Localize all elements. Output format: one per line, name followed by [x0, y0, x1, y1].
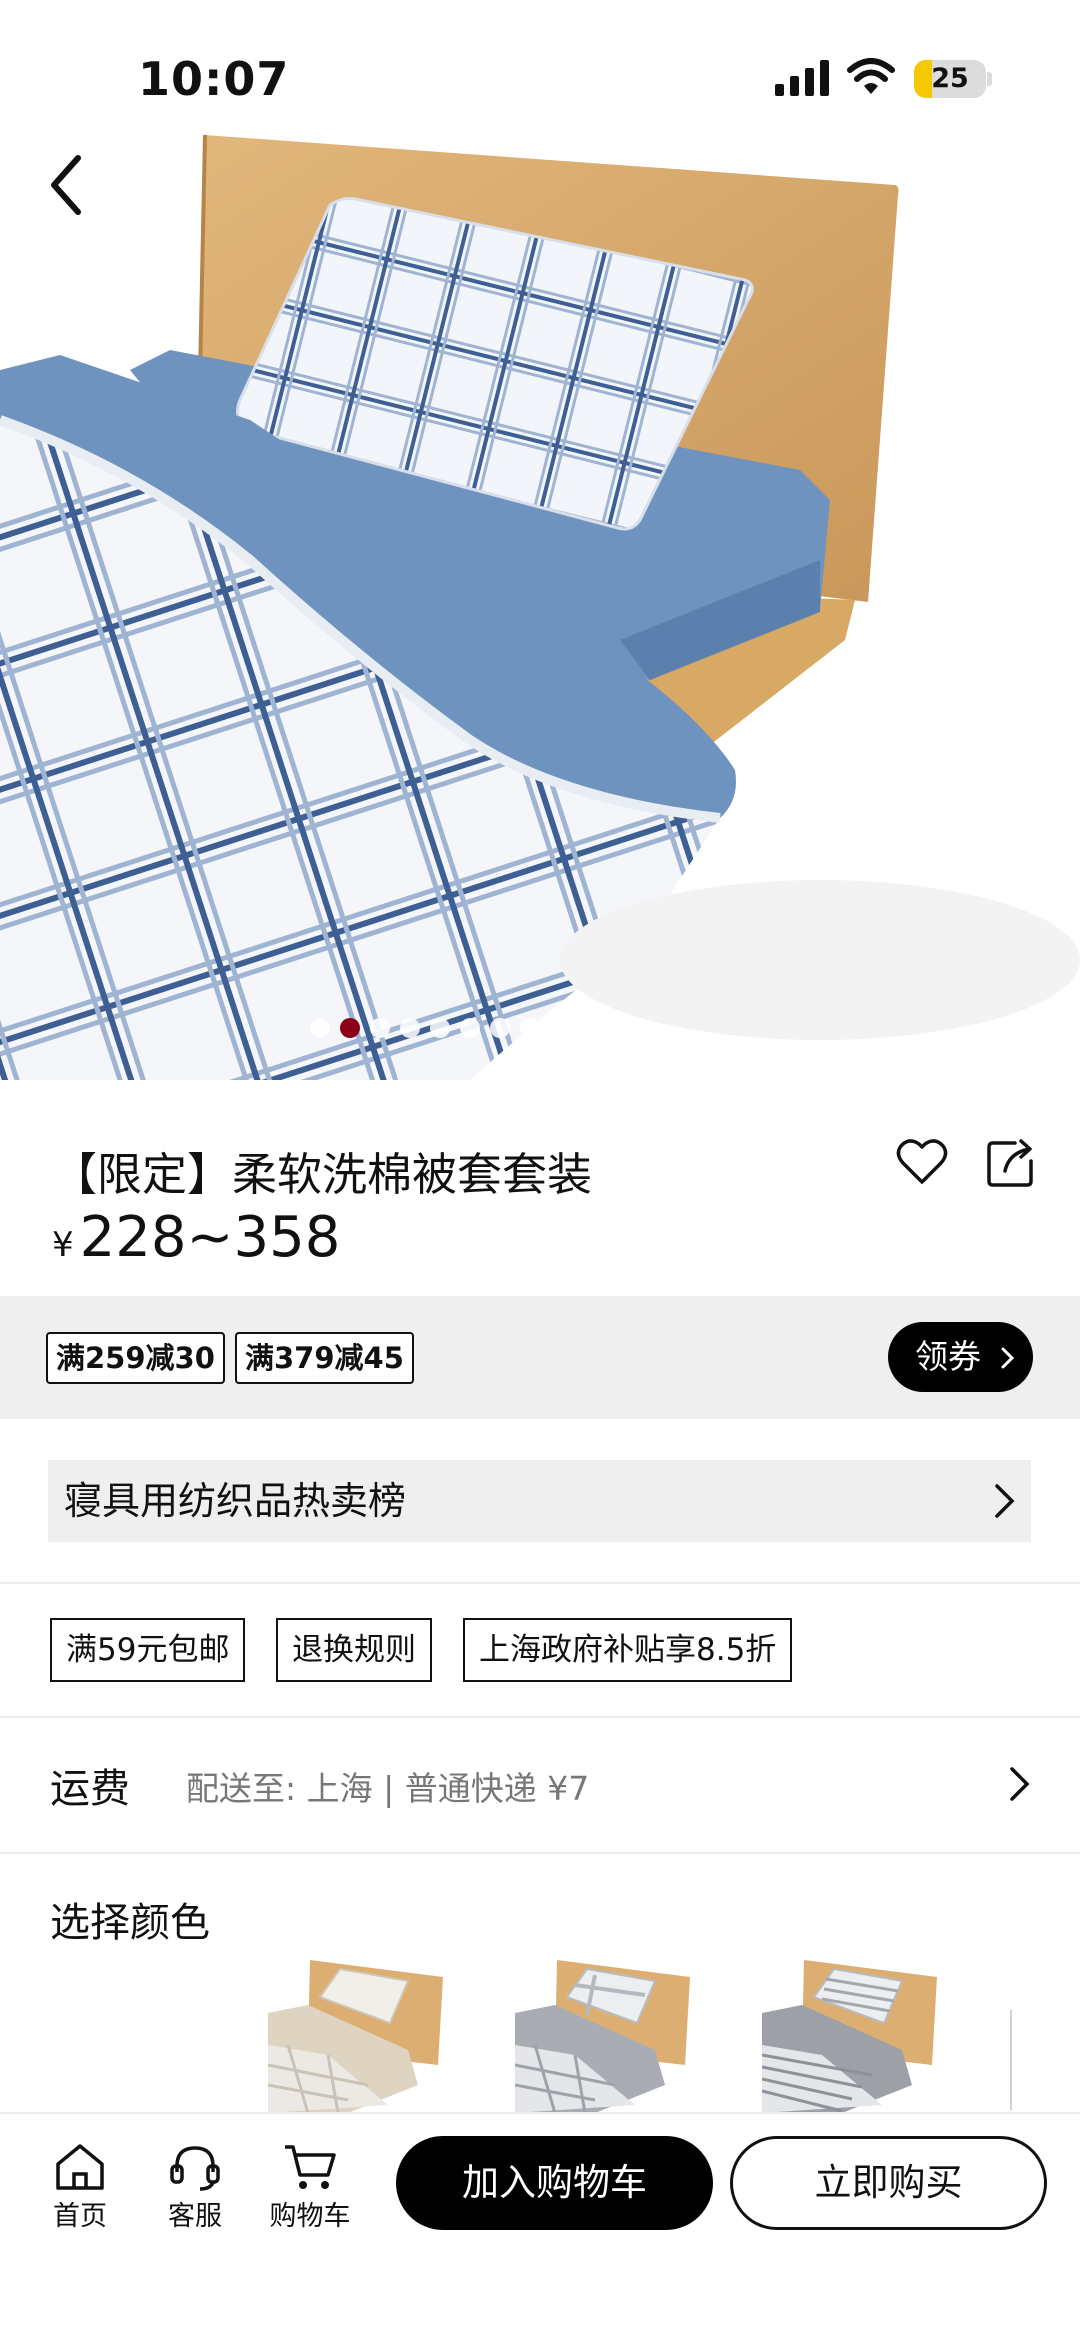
cart-icon: [285, 2145, 336, 2189]
ranking-label: 寝具用纺织品热卖榜: [64, 1479, 407, 1523]
chevron-right-icon: [1010, 1767, 1030, 1801]
get-coupon-label: 领券: [915, 1337, 981, 1376]
nav-home[interactable]: 首页: [25, 2142, 135, 2233]
home-icon: [56, 2144, 104, 2190]
coupon-tag: 满259减30: [46, 1332, 225, 1384]
signal-icon: [775, 60, 829, 96]
pager-dot[interactable]: [610, 1018, 630, 1038]
pager-dot[interactable]: [460, 1018, 480, 1038]
pager-dot[interactable]: [400, 1018, 420, 1038]
battery-level: 25: [931, 63, 969, 94]
promo-strip: 满259减30 满379减45 领券: [0, 1296, 1080, 1419]
chevron-right-icon: [1001, 1347, 1015, 1369]
headset-icon: [170, 2146, 220, 2191]
tag-subsidy[interactable]: 上海政府补贴享8.5折: [463, 1618, 793, 1682]
battery-icon: 25: [914, 60, 986, 98]
product-image[interactable]: [0, 0, 1080, 1080]
tag-return-policy[interactable]: 退换规则: [276, 1618, 432, 1682]
shipping-detail: 配送至: 上海 | 普通快递 ¥7: [186, 1769, 590, 1808]
currency-symbol: ¥: [52, 1225, 74, 1265]
bottom-action-bar: 首页 客服 购物车 加入购物车 立即购买: [0, 2112, 1080, 2341]
coupon-tag: 满379减45: [235, 1332, 414, 1384]
pager-dot[interactable]: [580, 1018, 600, 1038]
image-pager[interactable]: [0, 1018, 1080, 1038]
price-range: 228~358: [79, 1205, 341, 1270]
wifi-icon: [847, 58, 895, 94]
pager-dot[interactable]: [430, 1018, 450, 1038]
share-icon[interactable]: [985, 1135, 1037, 1189]
product-title: 【限定】柔软洗棉被套套装: [52, 1148, 593, 1201]
status-bar: 10:07 25: [0, 0, 1080, 150]
color-swatch-grey-stripe[interactable]: [762, 1955, 957, 2113]
product-price: ¥228~358: [52, 1205, 340, 1270]
color-swatch-grey-check[interactable]: [515, 1955, 710, 2113]
nav-cart[interactable]: 购物车: [255, 2142, 365, 2233]
color-swatch-beige[interactable]: [268, 1955, 463, 2113]
pager-dot[interactable]: [490, 1018, 510, 1038]
pager-dot[interactable]: [370, 1018, 390, 1038]
nav-service-label: 客服: [168, 2201, 222, 2232]
pager-dot-active[interactable]: [340, 1018, 360, 1038]
pager-dot[interactable]: [520, 1018, 540, 1038]
nav-cart-label: 购物车: [269, 2201, 351, 2232]
add-to-cart-button[interactable]: 加入购物车: [396, 2136, 713, 2230]
pager-dot[interactable]: [310, 1018, 330, 1038]
heart-icon[interactable]: [895, 1135, 949, 1189]
status-time: 10:07: [138, 52, 290, 106]
chevron-right-icon: [995, 1484, 1015, 1518]
color-section-label: 选择颜色: [50, 1900, 210, 1946]
back-icon[interactable]: [42, 150, 92, 220]
tag-free-shipping[interactable]: 满59元包邮: [50, 1618, 246, 1682]
get-coupon-button[interactable]: 领券: [888, 1322, 1033, 1392]
nav-home-label: 首页: [53, 2201, 107, 2232]
hot-ranking-banner[interactable]: 寝具用纺织品热卖榜: [48, 1460, 1031, 1542]
buy-now-button[interactable]: 立即购买: [730, 2136, 1047, 2230]
pager-dot[interactable]: [550, 1018, 570, 1038]
shipping-label: 运费: [50, 1766, 130, 1812]
nav-customer-service[interactable]: 客服: [140, 2142, 250, 2233]
